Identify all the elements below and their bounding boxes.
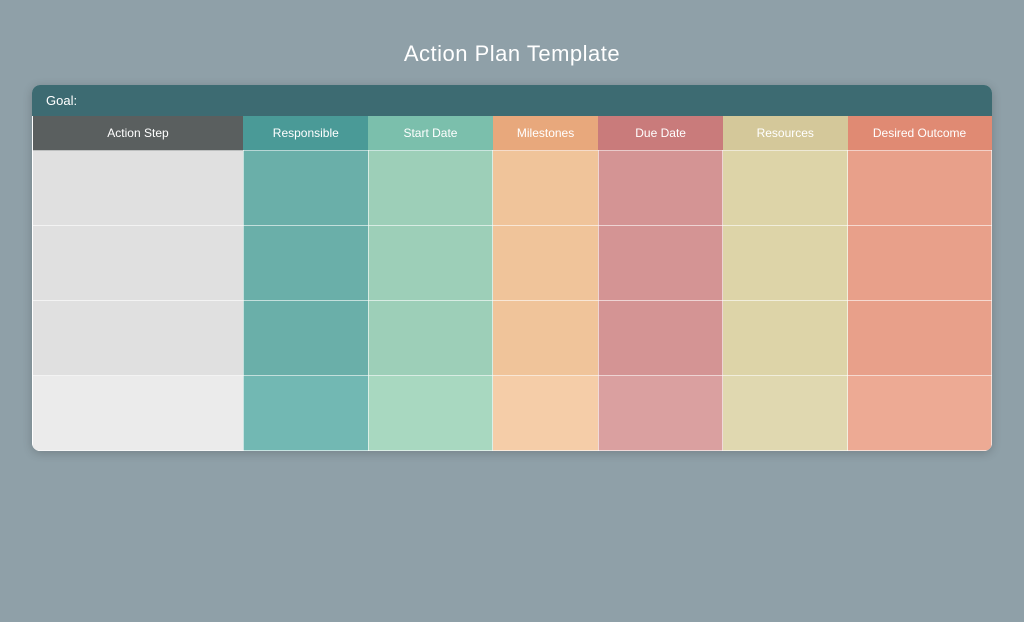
table-cell-mile[interactable]	[493, 151, 598, 226]
table-cell-desired[interactable]	[848, 301, 992, 376]
table-cell-resp[interactable]	[243, 151, 368, 226]
table-row[interactable]	[33, 301, 992, 376]
table-cell-desired[interactable]	[848, 226, 992, 301]
table-cell-action[interactable]	[33, 226, 244, 301]
header-milestones: Milestones	[493, 116, 598, 151]
table-cell-resp[interactable]	[243, 376, 368, 451]
header-resources: Resources	[723, 116, 848, 151]
goal-bar: Goal:	[32, 85, 992, 116]
action-plan-table: Action Step Responsible Start Date Miles…	[32, 116, 992, 451]
header-desired-outcome: Desired Outcome	[848, 116, 992, 151]
page-wrapper: Action Plan Template Goal: Action Step R…	[32, 41, 992, 581]
table-cell-due[interactable]	[598, 226, 723, 301]
table-cell-action[interactable]	[33, 151, 244, 226]
table-row[interactable]	[33, 376, 992, 451]
table-cell-desired[interactable]	[848, 376, 992, 451]
table-cell-start[interactable]	[368, 151, 493, 226]
header-start-date: Start Date	[368, 116, 493, 151]
table-container: Goal: Action Step Responsible Start Date…	[32, 85, 992, 451]
page-title: Action Plan Template	[404, 41, 620, 67]
table-row[interactable]	[33, 151, 992, 226]
table-cell-desired[interactable]	[848, 151, 992, 226]
header-action-step: Action Step	[33, 116, 244, 151]
table-cell-start[interactable]	[368, 301, 493, 376]
table-row[interactable]	[33, 226, 992, 301]
table-cell-due[interactable]	[598, 151, 723, 226]
table-cell-start[interactable]	[368, 376, 493, 451]
table-body	[33, 151, 992, 451]
header-row: Action Step Responsible Start Date Miles…	[33, 116, 992, 151]
table-cell-action[interactable]	[33, 301, 244, 376]
table-cell-res[interactable]	[723, 301, 848, 376]
table-cell-mile[interactable]	[493, 376, 598, 451]
header-responsible: Responsible	[243, 116, 368, 151]
table-cell-start[interactable]	[368, 226, 493, 301]
table-cell-resp[interactable]	[243, 301, 368, 376]
table-cell-due[interactable]	[598, 376, 723, 451]
goal-label: Goal:	[46, 93, 77, 108]
table-cell-resp[interactable]	[243, 226, 368, 301]
table-cell-mile[interactable]	[493, 301, 598, 376]
table-cell-due[interactable]	[598, 301, 723, 376]
table-cell-res[interactable]	[723, 376, 848, 451]
table-cell-mile[interactable]	[493, 226, 598, 301]
header-due-date: Due Date	[598, 116, 723, 151]
table-cell-action[interactable]	[33, 376, 244, 451]
table-cell-res[interactable]	[723, 151, 848, 226]
table-cell-res[interactable]	[723, 226, 848, 301]
